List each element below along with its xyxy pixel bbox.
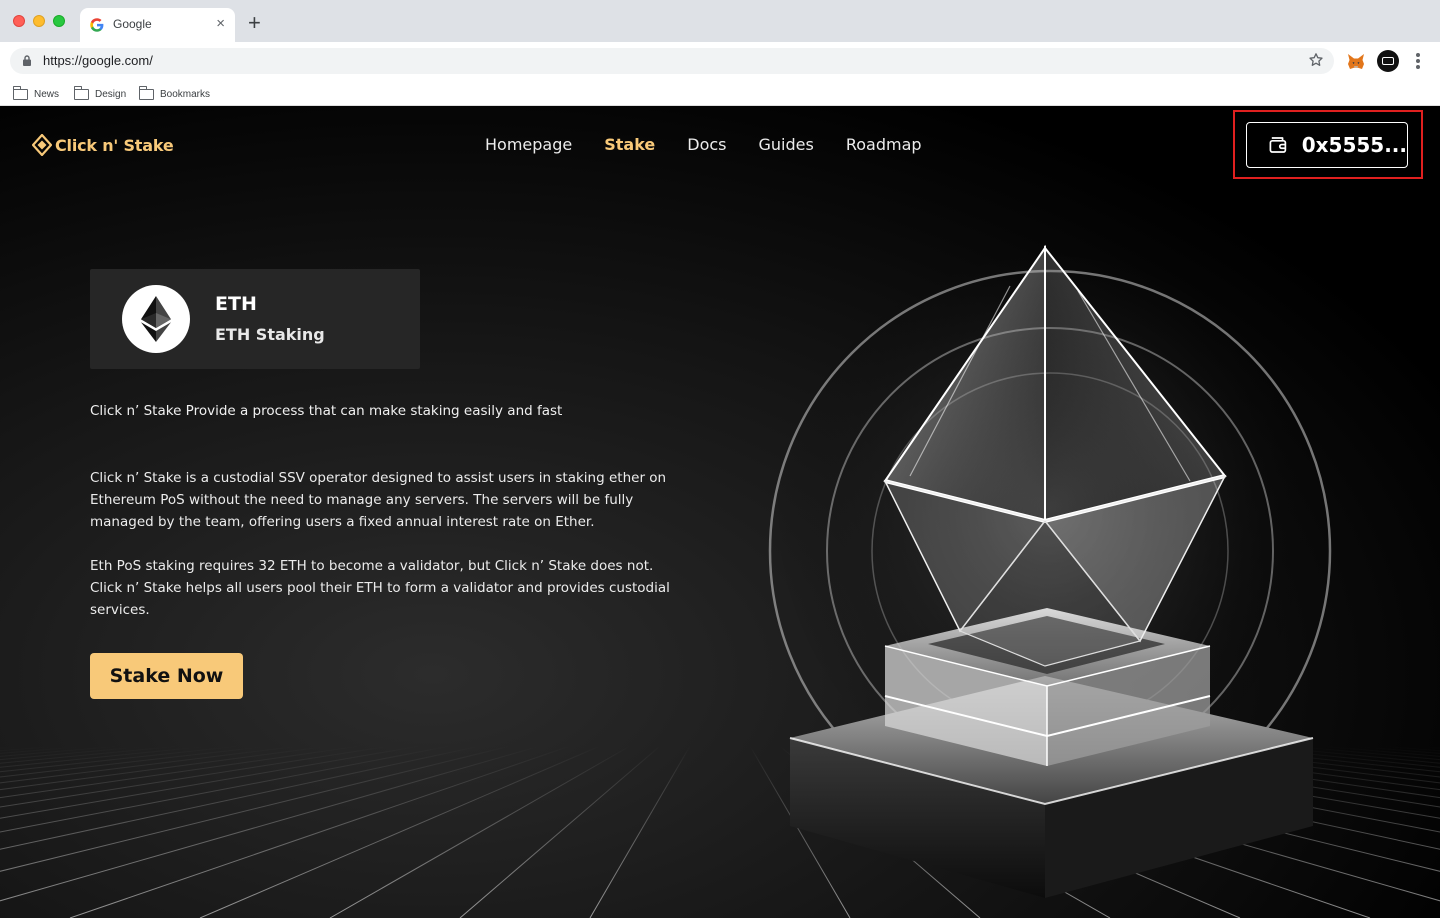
tab-close-icon[interactable]: ×: [216, 16, 225, 32]
wallet-address: 0x5555...: [1301, 133, 1407, 157]
bookmark-bookmarks[interactable]: Bookmarks: [139, 85, 211, 102]
bookmark-label: Design: [95, 88, 127, 100]
metamask-extension-icon[interactable]: [1346, 52, 1366, 72]
bookmark-design[interactable]: Design: [74, 85, 127, 102]
nav-guides[interactable]: Guides: [759, 135, 814, 154]
nav-roadmap[interactable]: Roadmap: [846, 135, 922, 154]
description-paragraph-1: Click n’ Stake is a custodial SSV operat…: [90, 470, 667, 530]
bookmark-label: News: [34, 88, 60, 100]
description-paragraph-2: Eth PoS staking requires 32 ETH to becom…: [90, 558, 670, 618]
bookmark-star-icon[interactable]: [1308, 52, 1324, 68]
ethereum-crystal-illustration: [768, 244, 1332, 898]
staking-page: Click n' Stake Homepage Stake Docs Guide…: [0, 106, 1440, 918]
nav-stake[interactable]: Stake: [604, 135, 655, 154]
nav-docs[interactable]: Docs: [687, 135, 726, 154]
tagline: Click n’ Stake Provide a process that ca…: [90, 403, 563, 419]
google-favicon-icon: [90, 18, 104, 32]
lock-icon: [23, 55, 31, 66]
wallet-extension-icon[interactable]: [1377, 50, 1399, 72]
window-minimize-button[interactable]: [33, 15, 45, 27]
url-text[interactable]: https://google.com/: [43, 53, 153, 68]
address-bar[interactable]: https://google.com/: [10, 48, 1334, 74]
new-tab-button[interactable]: +: [248, 12, 261, 34]
folder-icon: [13, 85, 28, 100]
browser-window-chrome: Google × + https://google.com/ News Desi…: [0, 0, 1440, 106]
wallet-icon: [1269, 137, 1287, 153]
nav-homepage[interactable]: Homepage: [485, 135, 572, 154]
token-symbol: ETH: [215, 293, 257, 315]
browser-toolbar: https://google.com/: [0, 42, 1440, 82]
token-card: ETH ETH Staking: [90, 269, 420, 369]
window-maximize-button[interactable]: [53, 15, 65, 27]
logo-diamond-icon: [32, 134, 52, 156]
browser-tab[interactable]: Google ×: [80, 8, 235, 42]
bookmark-news[interactable]: News: [13, 85, 60, 102]
browser-menu-icon[interactable]: [1416, 53, 1420, 69]
window-close-button[interactable]: [13, 15, 25, 27]
logo-text: Click n' Stake: [55, 135, 174, 155]
folder-icon: [139, 85, 154, 100]
main-nav: Homepage Stake Docs Guides Roadmap: [485, 135, 954, 154]
tab-title: Google: [113, 17, 152, 31]
ethereum-icon: [122, 285, 190, 353]
bookmark-label: Bookmarks: [160, 88, 211, 100]
folder-icon: [74, 85, 89, 100]
tab-strip: Google × +: [0, 0, 1440, 42]
site-logo[interactable]: Click n' Stake: [32, 134, 174, 156]
wallet-address-button[interactable]: 0x5555...: [1246, 122, 1408, 168]
bookmarks-bar: News Design Bookmarks: [0, 82, 1440, 106]
stake-now-button[interactable]: Stake Now: [90, 653, 243, 699]
token-name: ETH Staking: [215, 325, 325, 344]
